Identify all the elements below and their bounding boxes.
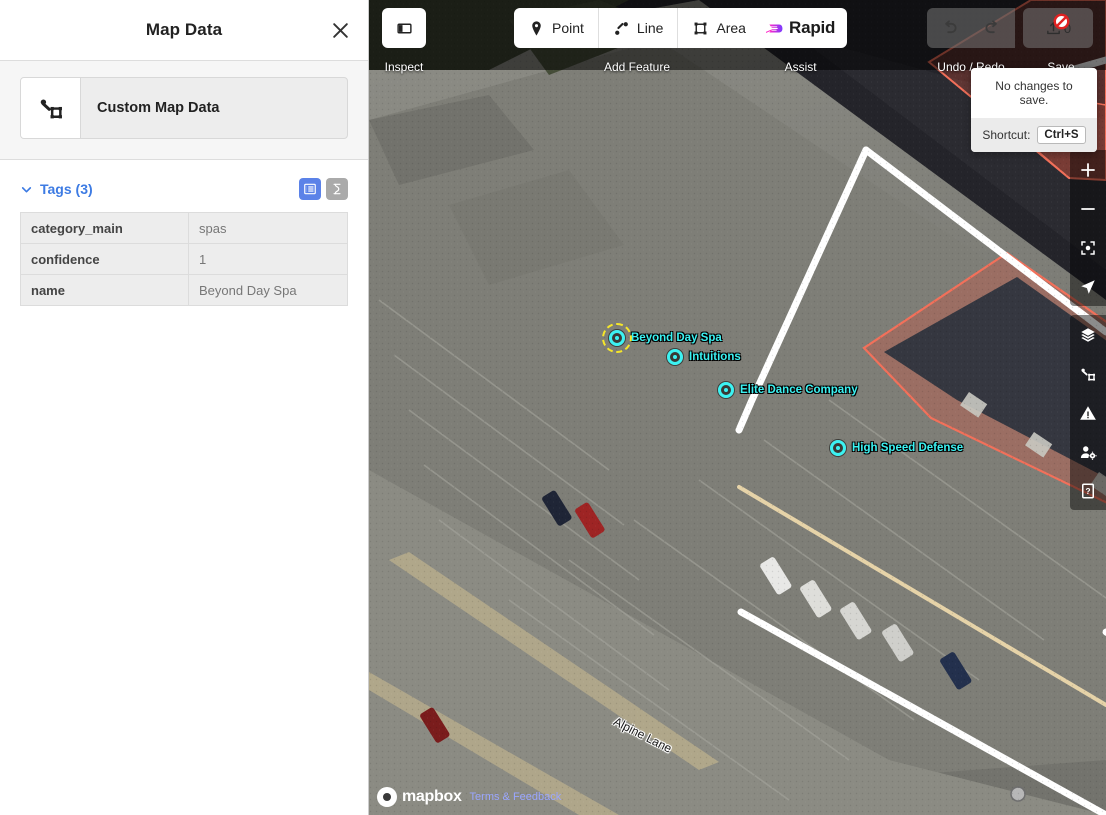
area-icon [694,22,707,34]
feature-label: Custom Map Data [97,100,220,116]
poi-label: Intuitions [689,351,741,363]
sidebar-toggle-icon [396,23,412,33]
poi-marker[interactable]: Beyond Day Spa [602,323,722,353]
add-feature-caption: Add Feature [603,60,670,74]
user-settings-icon [1080,445,1097,460]
custom-map-data-icon [1081,368,1095,381]
rapid-label: Rapid [789,18,836,37]
poi-label: Elite Dance Company [740,384,858,396]
editor-toolbar: Inspect Point Line Area Add Feature Rapi… [369,0,1106,74]
list-view-icon[interactable] [299,178,321,200]
map-attribution: mapbox Terms & Feedback [377,787,561,807]
no-changes-icon [1053,13,1070,30]
geolocate-button[interactable] [1070,267,1106,306]
table-row[interactable]: name Beyond Day Spa [20,274,348,306]
tags-table: category_main spas confidence 1 name Bey… [20,212,348,306]
tag-key: name [20,274,189,306]
add-point-button[interactable]: Point [514,8,598,48]
save-button[interactable]: 0 [1023,8,1093,48]
add-point-label: Point [552,20,584,36]
tooltip-shortcut-row: Shortcut: Ctrl+S [971,118,1097,152]
tooltip-shortcut-label: Shortcut: [982,128,1031,142]
poi-marker[interactable]: Intuitions [667,349,741,365]
redo-button[interactable] [971,8,1015,48]
feature-summary-section: Custom Map Data [0,61,368,160]
poi-dot-icon [609,330,625,346]
tooltip-shortcut-key: Ctrl+S [1037,126,1086,144]
mapbox-mark-icon [377,787,397,807]
navigation-arrow-icon [1081,279,1095,294]
terms-feedback-link[interactable]: Terms & Feedback [470,791,562,803]
custom-map-data-icon [21,78,81,138]
map-pin-icon [532,20,541,36]
tags-disclosure-toggle[interactable]: Tags (3) [20,181,93,197]
map-controls-navigation [1070,150,1106,306]
rapid-button[interactable]: Rapid [754,8,848,48]
tags-heading: Tags (3) [40,181,93,197]
zoom-out-button[interactable] [1070,189,1106,228]
mapbox-wordmark: mapbox [402,788,462,805]
map-controls-panes: ? [1070,315,1106,510]
tag-value[interactable]: Beyond Day Spa [188,274,348,306]
crosshair-icon [1081,240,1095,255]
add-area-label: Area [716,20,746,36]
add-line-button[interactable]: Line [598,8,678,48]
plus-icon [1081,162,1095,177]
svg-text:?: ? [1085,487,1090,496]
poi-label: Beyond Day Spa [631,332,722,344]
inspect-group: Inspect [377,8,431,74]
poi-dot-icon [718,382,734,398]
poi-label: High Speed Defense [852,442,964,454]
center-map-button[interactable] [1070,228,1106,267]
tag-key: confidence [20,243,189,275]
poi-marker[interactable]: Elite Dance Company [718,382,858,398]
inspect-button[interactable] [382,8,426,48]
tags-view-toggle [299,178,348,200]
minus-icon [1081,207,1095,210]
tag-value[interactable]: spas [188,212,348,244]
save-group: 0 Save [1023,8,1099,74]
tags-header: Tags (3) [20,174,348,204]
line-icon [615,21,628,35]
rapid-logo-icon [766,24,783,33]
tag-value[interactable]: 1 [188,243,348,275]
tooltip-message: No changes to save. [971,68,1097,118]
poi-dot-icon [667,349,683,365]
tag-key: category_main [20,212,189,244]
zoom-in-button[interactable] [1070,150,1106,189]
issues-button[interactable] [1070,393,1106,432]
poi-dot-icon [830,440,846,456]
undo-button[interactable] [927,8,971,48]
help-button[interactable]: ? [1070,471,1106,510]
poi-marker[interactable]: High Speed Defense [830,440,963,456]
layers-icon [1081,327,1095,342]
warning-icon [1080,405,1096,420]
text-view-icon[interactable] [326,178,348,200]
assist-caption: Assist [784,60,817,74]
sidebar-header: Map Data [0,0,368,61]
tags-section: Tags (3) category_main spas confidence 1… [0,160,368,815]
table-row[interactable]: confidence 1 [20,243,348,275]
background-settings-button[interactable] [1070,315,1106,354]
feature-card[interactable]: Custom Map Data [20,77,348,139]
add-area-button[interactable]: Area [678,8,760,48]
add-line-label: Line [636,20,664,36]
undo-icon [945,20,957,34]
close-icon[interactable] [324,14,356,46]
map-data-sidebar: Map Data Custom Map Data Tags (3) catego… [0,0,369,815]
chevron-down-icon [20,183,33,196]
assist-group: Rapid Assist [754,8,848,74]
preferences-button[interactable] [1070,432,1106,471]
help-icon: ? [1082,483,1094,498]
add-feature-group: Point Line Area Add Feature [514,8,760,74]
map-data-button[interactable] [1070,354,1106,393]
inspect-caption: Inspect [384,60,424,74]
mapbox-logo[interactable]: mapbox [377,787,462,807]
page-title: Map Data [145,20,223,39]
save-tooltip: No changes to save. Shortcut: Ctrl+S [971,68,1097,152]
redo-icon [985,20,997,34]
rapid-editor-app: Map Data Custom Map Data Tags (3) catego… [0,0,1106,815]
undo-redo-group: Undo / Redo [927,8,1015,74]
table-row[interactable]: category_main spas [20,212,348,244]
